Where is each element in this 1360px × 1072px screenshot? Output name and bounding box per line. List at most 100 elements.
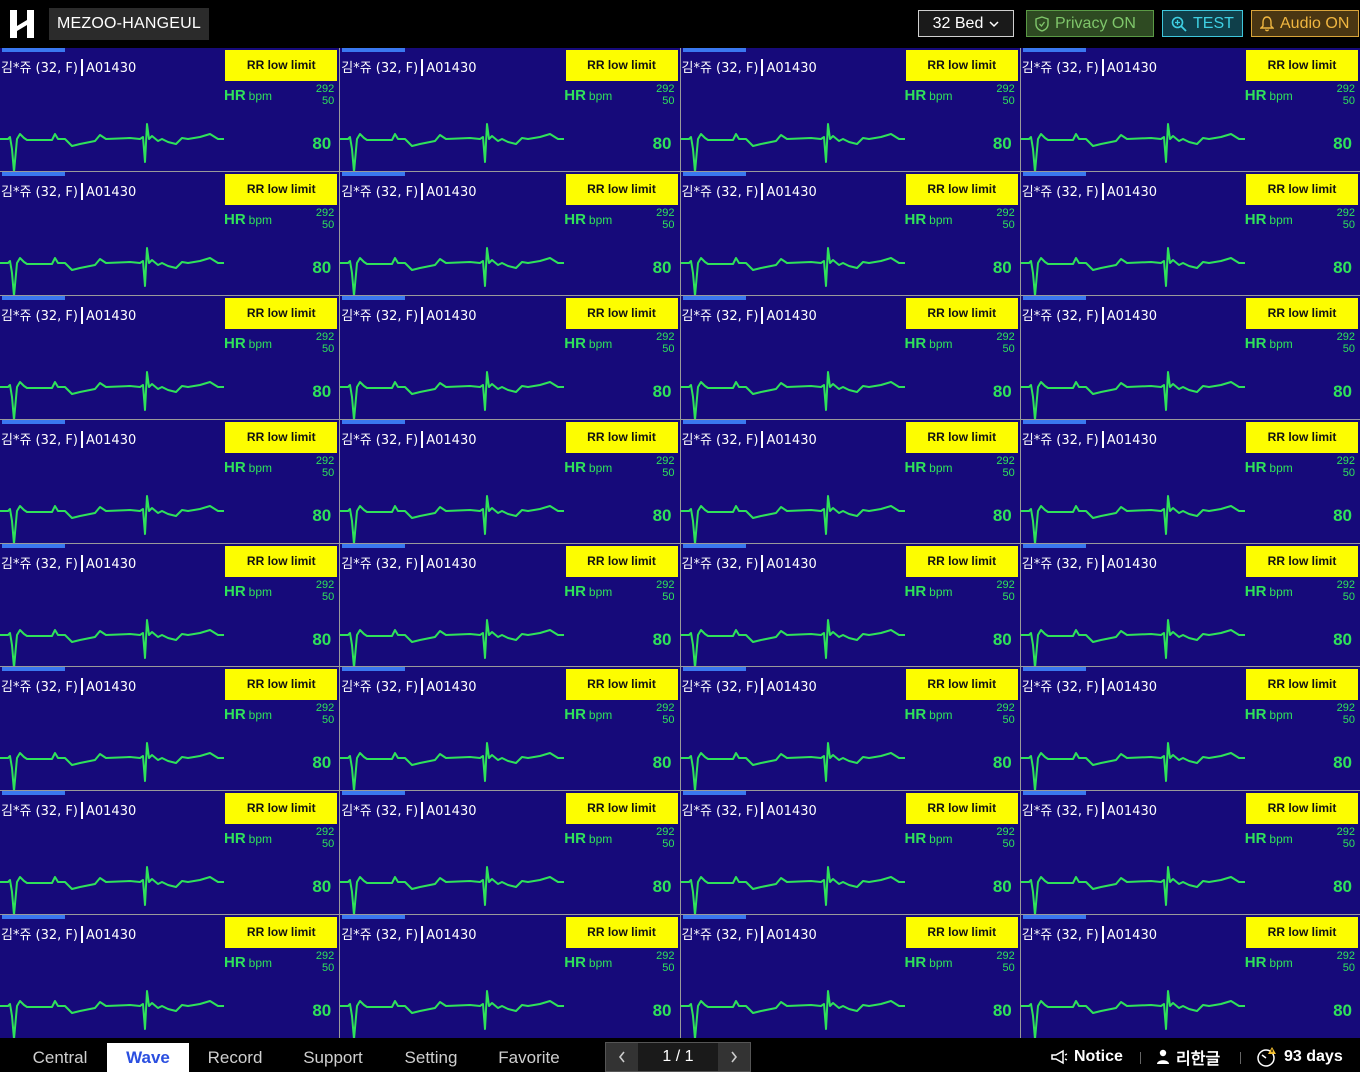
alarm-badge[interactable]: RR low limit: [1246, 669, 1358, 701]
next-page-button[interactable]: [718, 1043, 750, 1071]
hr-label-group: HR bpm: [1245, 211, 1293, 228]
patient-monitor-cell[interactable]: 김*쥬 (32, F) A01430 RR low limit HR bpm 292…: [1020, 419, 1360, 543]
patient-id: A01430: [85, 308, 137, 324]
patient-monitor-cell[interactable]: 김*쥬 (32, F) A01430 RR low limit HR bpm 292…: [1020, 171, 1360, 295]
alarm-badge[interactable]: RR low limit: [565, 421, 678, 453]
alarm-badge[interactable]: RR low limit: [565, 173, 678, 205]
patient-monitor-cell[interactable]: 김*쥬 (32, F) A01430 RR low limit HR bpm 292…: [340, 295, 680, 419]
patient-info: 김*쥬 (32, F) A01430: [1, 305, 136, 324]
patient-monitor-cell[interactable]: 김*쥬 (32, F) A01430 RR low limit HR bpm 292…: [340, 171, 680, 295]
alarm-badge[interactable]: RR low limit: [1246, 545, 1358, 577]
patient-monitor-cell[interactable]: 김*쥬 (32, F) A01430 RR low limit HR bpm 292…: [340, 543, 680, 667]
tab-support[interactable]: Support: [290, 1043, 376, 1072]
alarm-badge[interactable]: RR low limit: [565, 917, 678, 949]
patient-monitor-cell[interactable]: 김*쥬 (32, F) A01430 RR low limit HR bpm 292…: [340, 419, 680, 543]
user-button[interactable]: 리한글: [1156, 1046, 1220, 1068]
hr-label-group: HR bpm: [564, 830, 612, 847]
alarm-badge[interactable]: RR low limit: [1246, 50, 1358, 81]
patient-info: 김*쥬 (32, F) A01430: [682, 800, 817, 820]
prev-page-button[interactable]: [606, 1043, 638, 1071]
patient-monitor-cell[interactable]: 김*쥬 (32, F) A01430 RR low limit HR bpm 292…: [1020, 791, 1360, 915]
patient-monitor-cell[interactable]: 김*쥬 (32, F) A01430 RR low limit HR bpm 292…: [0, 48, 340, 171]
patient-monitor-cell[interactable]: 김*쥬 (32, F) A01430 RR low limit HR bpm 292…: [0, 791, 340, 915]
patient-name: 김*쥬 (32, F): [1, 61, 78, 76]
alarm-badge[interactable]: RR low limit: [225, 297, 338, 329]
patient-monitor-cell[interactable]: 김*쥬 (32, F) A01430 RR low limit HR bpm 292…: [0, 543, 340, 667]
hr-value: 80: [652, 877, 672, 897]
divider: [1101, 802, 1104, 820]
alarm-badge[interactable]: RR low limit: [225, 669, 338, 701]
patient-monitor-cell[interactable]: 김*쥬 (32, F) A01430 RR low limit HR bpm 292…: [0, 171, 340, 295]
tab-setting[interactable]: Setting: [392, 1043, 470, 1072]
patient-monitor-cell[interactable]: 김*쥬 (32, F) A01430 RR low limit HR bpm 292…: [340, 915, 680, 1038]
alarm-badge[interactable]: RR low limit: [905, 297, 1018, 329]
patient-monitor-cell[interactable]: 김*쥬 (32, F) A01430 RR low limit HR bpm 292…: [340, 48, 680, 171]
privacy-toggle-button[interactable]: Privacy ON: [1026, 10, 1154, 37]
patient-monitor-cell[interactable]: 김*쥬 (32, F) A01430 RR low limit HR bpm 292…: [680, 171, 1020, 295]
patient-name: 김*쥬 (32, F): [1021, 556, 1099, 572]
alarm-badge[interactable]: RR low limit: [1246, 917, 1358, 949]
test-button[interactable]: TEST: [1162, 10, 1243, 37]
patient-monitor-cell[interactable]: 김*쥬 (32, F) A01430 RR low limit HR bpm 292…: [1020, 48, 1360, 171]
alarm-badge[interactable]: RR low limit: [565, 297, 678, 329]
divider: [1240, 1052, 1241, 1064]
patient-monitor-cell[interactable]: 김*쥬 (32, F) A01430 RR low limit HR bpm 292…: [680, 667, 1020, 791]
alarm-badge[interactable]: RR low limit: [905, 173, 1018, 205]
alarm-badge[interactable]: RR low limit: [565, 793, 678, 825]
patient-monitor-cell[interactable]: 김*쥬 (32, F) A01430 RR low limit HR bpm 292…: [680, 915, 1020, 1038]
alarm-badge[interactable]: RR low limit: [1246, 421, 1358, 453]
tab-wave[interactable]: Wave: [107, 1043, 189, 1072]
alarm-badge[interactable]: RR low limit: [565, 669, 678, 701]
patient-id: A01430: [426, 308, 477, 324]
notice-button[interactable]: Notice: [1050, 1046, 1123, 1068]
alarm-badge[interactable]: RR low limit: [565, 545, 678, 577]
patient-monitor-cell[interactable]: 김*쥬 (32, F) A01430 RR low limit HR bpm 292…: [680, 295, 1020, 419]
tab-favorite[interactable]: Favorite: [486, 1043, 572, 1072]
patient-monitor-cell[interactable]: 김*쥬 (32, F) A01430 RR low limit HR bpm 292…: [680, 791, 1020, 915]
alarm-badge[interactable]: RR low limit: [225, 173, 338, 205]
patient-info: 김*쥬 (32, F) A01430: [341, 305, 476, 324]
alarm-badge[interactable]: RR low limit: [225, 545, 338, 577]
patient-monitor-cell[interactable]: 김*쥬 (32, F) A01430 RR low limit HR bpm 292…: [0, 667, 340, 791]
alarm-badge[interactable]: RR low limit: [905, 50, 1018, 81]
status-bar: [1022, 915, 1086, 920]
tab-central[interactable]: Central: [20, 1043, 100, 1072]
bed-count-select[interactable]: 32 Bed: [918, 10, 1014, 37]
patient-monitor-cell[interactable]: 김*쥬 (32, F) A01430 RR low limit HR bpm 292…: [340, 791, 680, 915]
patient-monitor-cell[interactable]: 김*쥬 (32, F) A01430 RR low limit HR bpm 292…: [0, 915, 340, 1038]
alarm-badge[interactable]: RR low limit: [1246, 173, 1358, 205]
alarm-badge[interactable]: RR low limit: [225, 793, 338, 825]
patient-monitor-cell[interactable]: 김*쥬 (32, F) A01430 RR low limit HR bpm 292…: [0, 419, 340, 543]
patient-id: A01430: [426, 928, 477, 944]
patient-monitor-cell[interactable]: 김*쥬 (32, F) A01430 RR low limit HR bpm 292…: [680, 48, 1020, 171]
patient-id: A01430: [766, 308, 817, 324]
hr-label: HR: [904, 830, 927, 848]
patient-monitor-cell[interactable]: 김*쥬 (32, F) A01430 RR low limit HR bpm 292…: [1020, 295, 1360, 419]
alarm-badge[interactable]: RR low limit: [1246, 297, 1358, 329]
alarm-badge[interactable]: RR low limit: [1246, 793, 1358, 825]
tab-record[interactable]: Record: [196, 1043, 274, 1072]
test-label: TEST: [1193, 15, 1234, 32]
hr-unit: bpm: [929, 460, 953, 475]
alarm-badge[interactable]: RR low limit: [565, 50, 678, 81]
alarm-badge[interactable]: RR low limit: [225, 50, 338, 81]
alarm-badge[interactable]: RR low limit: [225, 421, 338, 453]
hr-low-limit: 50: [322, 962, 335, 975]
alarm-badge[interactable]: RR low limit: [905, 545, 1018, 577]
alarm-badge[interactable]: RR low limit: [905, 669, 1018, 701]
divider: [761, 802, 764, 820]
patient-monitor-cell[interactable]: 김*쥬 (32, F) A01430 RR low limit HR bpm 292…: [1020, 667, 1360, 791]
alarm-badge[interactable]: RR low limit: [905, 917, 1018, 949]
alarm-badge[interactable]: RR low limit: [905, 793, 1018, 825]
patient-monitor-cell[interactable]: 김*쥬 (32, F) A01430 RR low limit HR bpm 292…: [680, 543, 1020, 667]
alarm-badge[interactable]: RR low limit: [905, 421, 1018, 453]
hr-label-group: HR bpm: [905, 954, 953, 971]
patient-monitor-cell[interactable]: 김*쥬 (32, F) A01430 RR low limit HR bpm 292…: [680, 419, 1020, 543]
alarm-badge[interactable]: RR low limit: [225, 917, 338, 949]
audio-toggle-button[interactable]: Audio ON: [1251, 10, 1359, 37]
divider: [80, 182, 83, 200]
patient-monitor-cell[interactable]: 김*쥬 (32, F) A01430 RR low limit HR bpm 292…: [0, 295, 340, 419]
patient-monitor-cell[interactable]: 김*쥬 (32, F) A01430 RR low limit HR bpm 292…: [1020, 543, 1360, 667]
patient-monitor-cell[interactable]: 김*쥬 (32, F) A01430 RR low limit HR bpm 292…: [340, 667, 680, 791]
patient-monitor-cell[interactable]: 김*쥬 (32, F) A01430 RR low limit HR bpm 292…: [1020, 915, 1360, 1038]
